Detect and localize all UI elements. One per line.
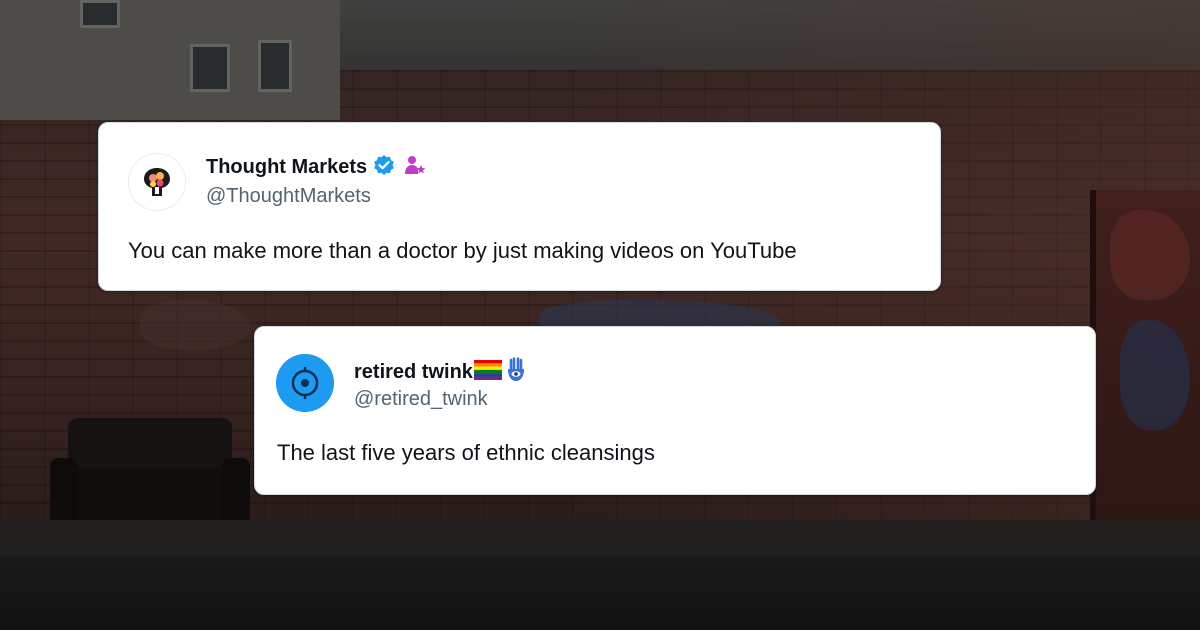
person-star-icon — [403, 154, 427, 181]
tweet-card[interactable]: Thought Markets @ThoughtMarkets You can … — [98, 122, 941, 291]
avatar[interactable] — [128, 153, 186, 211]
hamsa-hand-icon — [505, 357, 527, 388]
brain-keyhole-logo-icon — [129, 154, 185, 210]
display-name[interactable]: Thought Markets — [206, 156, 367, 179]
avatar[interactable] — [276, 354, 334, 412]
name-row: Thought Markets — [206, 154, 427, 181]
tweet-card[interactable]: retired twink @retired_twink The last fi… — [254, 326, 1096, 495]
background-street-photo — [0, 0, 1200, 630]
user-handle[interactable]: @retired_twink — [354, 388, 488, 411]
tweet-text: You can make more than a doctor by just … — [128, 238, 797, 263]
tweet-text: The last five years of ethnic cleansings — [277, 440, 655, 465]
target-circle-avatar-icon — [276, 354, 334, 412]
user-handle[interactable]: @ThoughtMarkets — [206, 185, 371, 208]
name-row: retired twink — [354, 357, 527, 388]
verified-badge-icon — [373, 154, 395, 181]
rainbow-flag-icon — [473, 360, 502, 385]
background-dark-overlay — [0, 0, 1200, 630]
display-name[interactable]: retired twink — [354, 361, 473, 384]
